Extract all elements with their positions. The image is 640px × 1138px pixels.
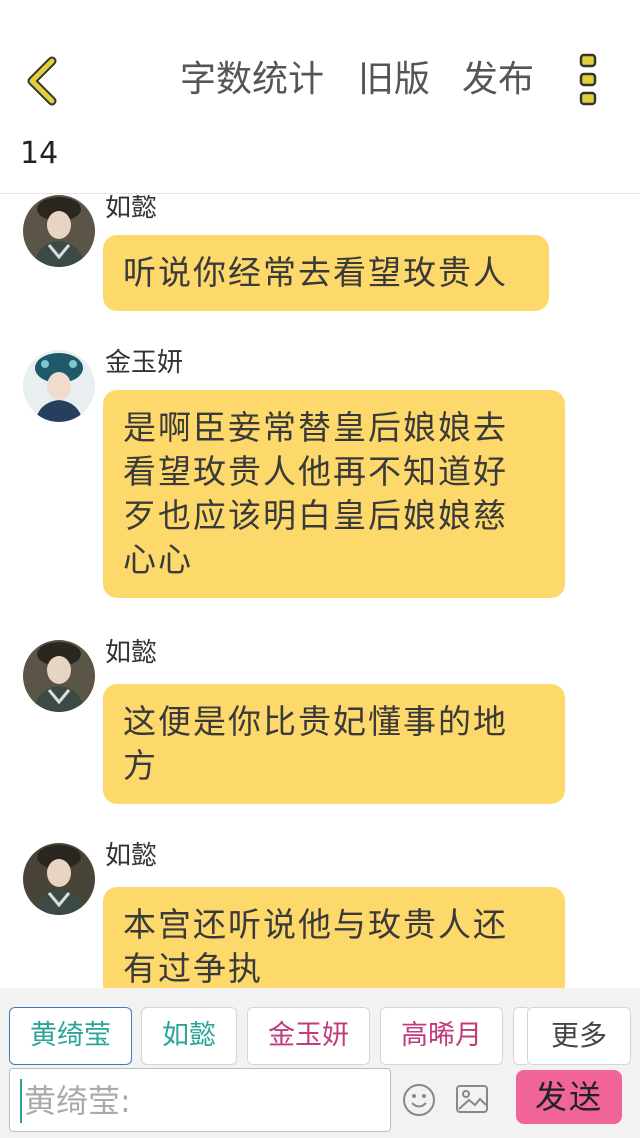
- image-icon: [456, 1085, 488, 1113]
- back-button[interactable]: [22, 56, 62, 106]
- text-cursor: [20, 1079, 22, 1123]
- back-chevron-icon: [27, 56, 57, 106]
- speaker-name: 如懿: [105, 638, 158, 668]
- message-bubble[interactable]: 这便是你比贵妃懂事的地 方: [103, 684, 565, 804]
- avatar[interactable]: [23, 640, 95, 712]
- message-bubble[interactable]: 本宫还听说他与玫贵人还 有过争执: [103, 887, 565, 988]
- character-tag[interactable]: 金玉妍: [247, 1007, 370, 1065]
- more-characters-button[interactable]: 更多: [527, 1007, 631, 1065]
- publish-button[interactable]: 发布: [462, 56, 534, 104]
- message-input-text: 黄绮莹:: [24, 1082, 131, 1120]
- message-line: 歹也应该明白皇后娘娘慈: [123, 496, 508, 535]
- chat-list[interactable]: 如懿 听说你经常去看望玫贵人 金玉妍 是啊臣妾常替皇后娘娘去 看望玫贵人他再不知…: [0, 195, 640, 988]
- emoji-icon: [403, 1084, 435, 1116]
- send-button[interactable]: 发送: [516, 1070, 622, 1124]
- top-bar: 字数统计 旧版 发布 14: [0, 0, 640, 194]
- character-tag[interactable]: 高晞月: [380, 1007, 503, 1065]
- message-line: 本宫还听说他与玫贵人还: [123, 905, 508, 944]
- message-bubble[interactable]: 听说你经常去看望玫贵人: [103, 235, 549, 311]
- old-version-button[interactable]: 旧版: [358, 56, 430, 104]
- more-dots-icon: [579, 53, 597, 106]
- message-line: 这便是你比贵妃懂事的地: [123, 702, 508, 741]
- emoji-button[interactable]: [402, 1083, 436, 1117]
- image-button[interactable]: [455, 1083, 489, 1115]
- avatar[interactable]: [23, 350, 95, 422]
- more-menu-button[interactable]: [572, 52, 606, 108]
- word-count-value: 14: [20, 136, 59, 171]
- character-tag-partial[interactable]: [513, 1007, 527, 1065]
- message-line: 方: [123, 746, 158, 785]
- word-count-button[interactable]: 字数统计: [180, 56, 324, 104]
- speaker-name: 如懿: [105, 841, 158, 871]
- speaker-name: 如懿: [105, 195, 158, 223]
- message-line: 心心: [123, 540, 193, 579]
- character-tag-bar: 黄绮莹 如懿 金玉妍 高晞月 更多: [0, 988, 640, 1066]
- character-tag[interactable]: 如懿: [141, 1007, 237, 1065]
- message-line: 是啊臣妾常替皇后娘娘去: [123, 408, 508, 447]
- message-bubble[interactable]: 是啊臣妾常替皇后娘娘去 看望玫贵人他再不知道好 歹也应该明白皇后娘娘慈 心心: [103, 390, 565, 598]
- message-line: 听说你经常去看望玫贵人: [123, 253, 508, 292]
- character-tag[interactable]: 黄绮莹: [9, 1007, 132, 1065]
- avatar[interactable]: [23, 195, 95, 267]
- message-line: 有过争执: [123, 949, 263, 988]
- avatar[interactable]: [23, 843, 95, 915]
- message-line: 看望玫贵人他再不知道好: [123, 452, 508, 491]
- message-input[interactable]: 黄绮莹:: [9, 1068, 391, 1132]
- speaker-name: 金玉妍: [105, 348, 184, 378]
